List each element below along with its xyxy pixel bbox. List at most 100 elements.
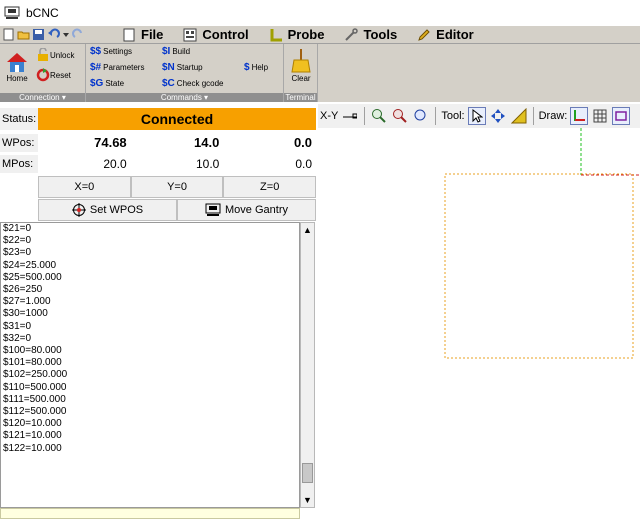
terminal-line: $111=500.000 — [3, 393, 66, 405]
startup-prefix: $N — [162, 62, 175, 73]
build-label: Build — [172, 47, 191, 56]
reset-button[interactable]: Reset — [36, 68, 71, 82]
connection-caption[interactable]: Connection ▾ — [0, 93, 85, 102]
gcode-canvas[interactable] — [318, 128, 640, 519]
margins-icon[interactable] — [612, 107, 631, 125]
home-icon — [7, 53, 27, 72]
wpos-row: WPos: 74.68 14.0 0.0 — [0, 134, 317, 152]
zoom-out-icon[interactable] — [391, 107, 409, 125]
tab-control[interactable]: Control — [173, 26, 258, 44]
separator — [532, 107, 534, 125]
terminal-line: $110=500.000 — [3, 381, 67, 393]
help-button[interactable]: $ Help — [244, 62, 268, 73]
move-gantry-label: Move Gantry — [225, 204, 288, 216]
view-select[interactable]: X-Y — [320, 110, 338, 122]
tab-control-label: Control — [202, 27, 249, 42]
move-gantry-button[interactable]: Move Gantry — [177, 199, 316, 221]
terminal-caption: Terminal — [284, 93, 317, 102]
terminal-line: $30=1000 — [3, 308, 48, 320]
quick-access-toolbar — [0, 28, 112, 41]
app-icon — [4, 6, 20, 20]
tab-file[interactable]: File — [112, 26, 173, 44]
parameters-button[interactable]: $# Parameters — [90, 62, 144, 73]
zero-z-button[interactable]: Z=0 — [223, 176, 317, 198]
settings-label: Settings — [103, 47, 133, 56]
save-icon[interactable] — [32, 28, 45, 41]
control-icon — [183, 28, 197, 42]
state-label: State — [105, 79, 125, 88]
terminal-line: $27=1.000 — [3, 296, 51, 308]
home-label: Home — [6, 74, 28, 83]
tools-icon — [344, 27, 359, 42]
wpos-z[interactable]: 0.0 — [223, 134, 317, 152]
gantry-icon — [205, 203, 221, 216]
zero-x-button[interactable]: X=0 — [38, 176, 131, 198]
open-folder-icon[interactable] — [17, 28, 30, 41]
wpos-y[interactable]: 14.0 — [130, 134, 224, 152]
axes-icon[interactable] — [570, 107, 589, 125]
reset-label: Reset — [50, 70, 71, 80]
check-gcode-button[interactable]: $C Check gcode — [162, 78, 224, 89]
tab-tools[interactable]: Tools — [334, 26, 407, 44]
terminal-scrollbar[interactable]: ▲ ▼ — [300, 222, 315, 508]
unlock-label: Unlock — [50, 50, 75, 60]
terminal-line: $122=10.000 — [3, 442, 62, 454]
dropdown-arrow-icon[interactable] — [62, 28, 70, 41]
settings-prefix: $$ — [90, 46, 102, 57]
undo-icon[interactable] — [47, 28, 60, 41]
tab-tools-label: Tools — [363, 27, 398, 42]
menu-tab-bar: File Control Probe Tools Editor — [0, 26, 640, 44]
separator — [364, 107, 366, 125]
zoom-fit-icon[interactable] — [412, 107, 430, 125]
set-wpos-button[interactable]: Set WPOS — [38, 199, 177, 221]
zoom-in-icon[interactable] — [370, 107, 388, 125]
redo-icon[interactable] — [72, 28, 85, 41]
clear-label: Clear — [291, 74, 311, 83]
check-gcode-label: Check gcode — [176, 79, 224, 88]
terminal-group: Clear Terminal — [284, 44, 318, 102]
state-button[interactable]: $G State — [90, 78, 124, 89]
scroll-up-arrow-icon[interactable]: ▲ — [301, 223, 314, 237]
grid-icon[interactable] — [591, 107, 609, 125]
set-wpos-label: Set WPOS — [89, 204, 144, 216]
broom-icon — [291, 49, 311, 73]
tab-editor[interactable]: Editor — [407, 26, 484, 44]
mpos-y: 10.0 — [130, 155, 224, 173]
mpos-row: MPos: 20.0 10.0 0.0 — [0, 155, 317, 173]
reset-icon — [36, 68, 50, 82]
separator — [435, 107, 437, 125]
zero-y-button[interactable]: Y=0 — [130, 176, 224, 198]
pan-icon[interactable] — [489, 107, 507, 125]
terminal-line: $26=250 — [3, 284, 43, 296]
command-input[interactable] — [0, 508, 300, 519]
scrollbar-thumb[interactable] — [302, 463, 313, 483]
terminal-line: $100=80.000 — [3, 345, 62, 357]
scroll-down-arrow-icon[interactable]: ▼ — [301, 493, 314, 507]
ruler-icon[interactable] — [510, 107, 528, 125]
terminal-line: $112=500.000 — [3, 406, 67, 418]
tool-label: Tool: — [441, 110, 465, 122]
terminal-line: $25=500.000 — [3, 271, 62, 283]
view-dropdown-icon[interactable] — [341, 107, 359, 125]
parameters-label: Parameters — [103, 63, 145, 72]
unlock-button[interactable]: Unlock — [36, 48, 74, 62]
title-bar: bCNC — [0, 0, 640, 26]
home-button[interactable]: Home — [2, 50, 32, 83]
crosshair-icon — [71, 203, 86, 217]
wpos-x[interactable]: 74.68 — [38, 134, 131, 152]
mpos-x: 20.0 — [38, 155, 131, 173]
select-pointer-icon[interactable] — [467, 107, 486, 125]
clear-button[interactable]: Clear — [287, 48, 315, 83]
terminal-line: $23=0 — [3, 247, 32, 259]
new-file-icon[interactable] — [2, 28, 15, 41]
help-prefix: $ — [244, 62, 250, 73]
commands-caption[interactable]: Commands ▾ — [86, 93, 283, 102]
terminal-line: $22=0 — [3, 235, 32, 247]
build-button[interactable]: $I Build — [162, 46, 190, 57]
terminal-log[interactable]: $21=0 $22=0 $23=0 $24=25.000 $25=500.000 $26=… — [0, 222, 300, 508]
tab-file-label: File — [141, 27, 164, 42]
tab-probe[interactable]: Probe — [259, 26, 335, 44]
settings-button[interactable]: $$ Settings — [90, 46, 132, 57]
startup-button[interactable]: $N Startup — [162, 62, 203, 73]
help-label: Help — [251, 63, 269, 72]
